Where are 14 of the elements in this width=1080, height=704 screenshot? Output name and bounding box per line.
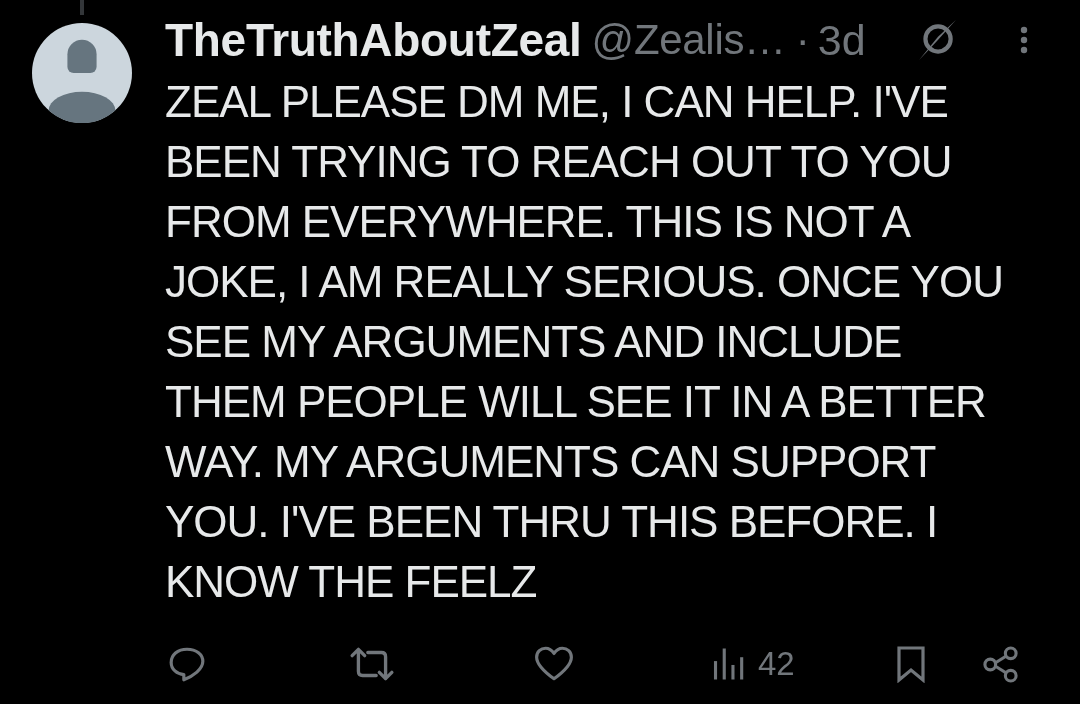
view-count: 42 <box>758 645 795 683</box>
author-handle[interactable]: @Zealis… <box>591 16 786 64</box>
reply-icon[interactable] <box>168 645 206 683</box>
more-icon[interactable] <box>1019 25 1028 55</box>
bookmark-icon[interactable] <box>895 645 926 683</box>
post-text: ZEAL PLEASE DM ME, I CAN HELP. I'VE BEEN TRYING TO REACH OUT TO YOU FROM EVERYWHERE. THIS IS NOT A JOKE, I AM REALLY SERIOUS. ONCE YOU SEE MY ARGUMENTS AND INCLUDE THEM PEOPLE WILL SEE IT IN A BETTER WAY. MY ARGUMENTS CAN SUPPORT YOU. I'VE BEEN THRU THIS BEFORE. I KNOW THE FEELZ <box>165 76 1004 608</box>
avatar-icon[interactable] <box>32 23 132 123</box>
post-time[interactable]: 3d <box>817 15 866 65</box>
heart-icon[interactable] <box>534 646 574 682</box>
bar-chart-icon[interactable] <box>713 647 744 681</box>
author-name[interactable]: TheTruthAboutZeal <box>165 13 582 67</box>
repost-icon[interactable] <box>349 646 395 682</box>
separator-dot: · <box>795 16 810 64</box>
share-icon[interactable] <box>981 645 1019 683</box>
